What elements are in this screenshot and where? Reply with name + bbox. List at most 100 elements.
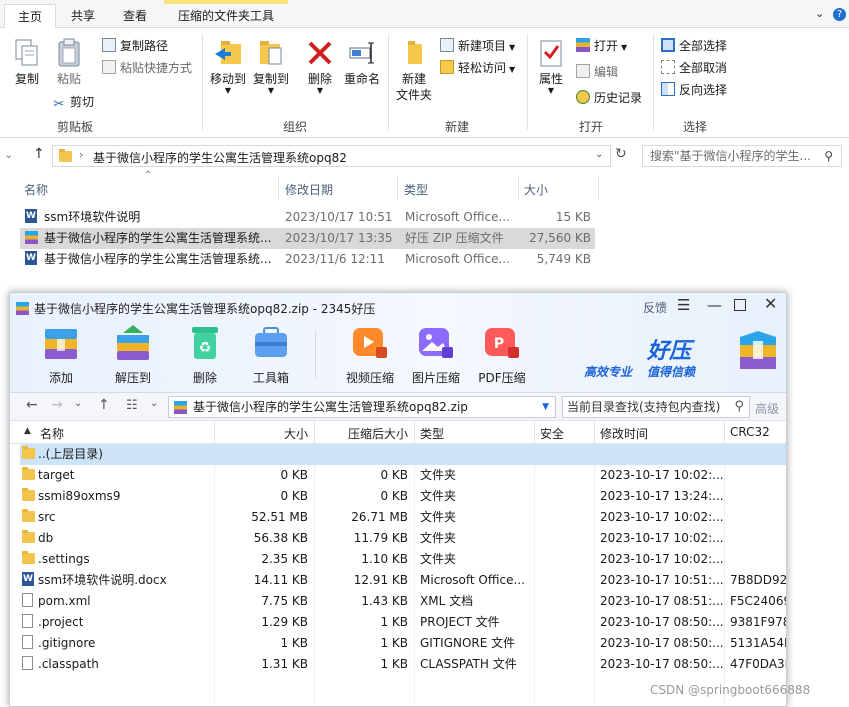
forward-arrow-icon[interactable]: → xyxy=(51,397,63,413)
column-separator[interactable] xyxy=(314,421,315,444)
column-separator[interactable] xyxy=(598,176,599,200)
column-separator[interactable] xyxy=(278,176,279,200)
view-mode-icon[interactable]: ☷ xyxy=(126,398,138,413)
table-row[interactable]: .settings 2.35 KB 1.10 KB 文件夹 2023-10-17… xyxy=(20,549,786,570)
history-dropdown-icon[interactable]: ⌄ xyxy=(74,398,82,409)
group-label-clipboard: 剪贴板 xyxy=(56,120,93,134)
help-icon[interactable]: ? xyxy=(833,8,846,21)
pdf-compress-button[interactable]: P PDF压缩 xyxy=(472,323,532,386)
extract-to-button[interactable]: 解压到 xyxy=(103,323,163,386)
column-separator[interactable] xyxy=(397,176,398,200)
delete-button[interactable]: 删除 ▼ xyxy=(302,38,338,95)
address-bar[interactable]: › 基于微信小程序的学生公寓生活管理系统opq82 ⌄ xyxy=(52,145,611,167)
column-separator[interactable] xyxy=(518,176,519,200)
image-compress-button[interactable]: 图片压缩 xyxy=(406,323,466,386)
file-row[interactable]: 基于微信小程序的学生公寓生活管理系统... 2023/11/6 12:11 Mi… xyxy=(20,249,595,270)
tab-share[interactable]: 共享 xyxy=(58,4,108,28)
properties-button[interactable]: 属性 ▼ xyxy=(532,38,570,95)
open-button[interactable]: 打开 ▼ xyxy=(576,36,627,56)
paste-button[interactable]: 粘贴 xyxy=(50,38,88,87)
properties-label: 属性 xyxy=(538,72,563,86)
column-modified[interactable]: 修改时间 xyxy=(600,425,648,442)
column-security[interactable]: 安全 xyxy=(540,425,564,442)
menu-icon[interactable]: ☰ xyxy=(677,296,690,314)
video-compress-button[interactable]: 视频压缩 xyxy=(340,323,400,386)
search-icon[interactable]: ⚲ xyxy=(824,146,833,166)
address-dropdown-icon[interactable]: ⌄ xyxy=(595,149,603,160)
file-row[interactable]: ssm环境软件说明 2023/10/17 10:51 Microsoft Off… xyxy=(20,207,595,228)
column-separator[interactable] xyxy=(414,421,415,444)
invert-selection-icon xyxy=(661,82,675,96)
tab-compressed-folder-tools[interactable]: 压缩的文件夹工具 xyxy=(164,0,288,28)
select-none-button[interactable]: 全部取消 xyxy=(661,58,727,78)
new-item-button[interactable]: 新建项目 ▼ xyxy=(440,36,515,56)
easy-access-button[interactable]: 轻松访问 ▼ xyxy=(440,58,515,78)
column-separator[interactable] xyxy=(724,421,725,444)
table-row[interactable]: target 0 KB 0 KB 文件夹 2023-10-17 10:02:..… xyxy=(20,465,786,486)
ribbon-collapse-icon[interactable]: ⌄ xyxy=(815,7,824,20)
table-row[interactable]: ssm环境软件说明.docx 14.11 KB 12.91 KB Microso… xyxy=(20,570,786,591)
maximize-icon[interactable] xyxy=(734,299,746,311)
archive-path: 基于微信小程序的学生公寓生活管理系统opq82.zip xyxy=(193,400,468,414)
history-button[interactable]: 历史记录 xyxy=(576,88,642,108)
up-arrow-icon[interactable]: ↑ xyxy=(33,146,45,162)
refresh-icon[interactable]: ↻ xyxy=(615,146,627,162)
column-name[interactable]: 名称 xyxy=(24,181,48,198)
column-packed-size[interactable]: 压缩后大小 xyxy=(320,425,408,442)
new-folder-button[interactable]: 新建 文件夹 xyxy=(393,38,435,103)
parent-directory-row[interactable]: ..(上层目录) xyxy=(20,444,786,465)
column-size[interactable]: 大小 xyxy=(220,425,308,442)
table-row[interactable]: src 52.51 MB 26.71 MB 文件夹 2023-10-17 10:… xyxy=(20,507,786,528)
search-icon[interactable]: ⚲ xyxy=(734,397,744,417)
address-path[interactable]: 基于微信小程序的学生公寓生活管理系统opq82 xyxy=(93,149,347,166)
search-input[interactable]: 搜索"基于微信小程序的学生... ⚲ xyxy=(642,145,842,167)
archive-search-input[interactable]: 当前目录查找(支持包内查找) ⚲ xyxy=(562,396,750,418)
column-crc32[interactable]: CRC32 xyxy=(730,425,770,439)
column-separator[interactable] xyxy=(214,421,215,444)
up-folder-icon[interactable]: ↑ xyxy=(98,397,110,413)
back-arrow-icon[interactable]: ← xyxy=(26,397,38,413)
table-row[interactable]: .gitignore 1 KB 1 KB GITIGNORE 文件 2023-1… xyxy=(20,633,786,654)
edit-button[interactable]: 编辑 xyxy=(576,62,618,82)
toolbox-button[interactable]: 工具箱 xyxy=(241,323,301,386)
new-item-label: 新建项目 xyxy=(458,39,507,53)
move-to-button[interactable]: 移动到 ▼ xyxy=(207,38,249,95)
copy-path-button[interactable]: 复制路径 xyxy=(102,36,168,56)
row-size: 7.75 KB xyxy=(261,594,308,608)
path-dropdown-icon[interactable]: ▼ xyxy=(542,397,549,417)
invert-selection-button[interactable]: 反向选择 xyxy=(661,80,727,100)
copy-button[interactable]: 复制 xyxy=(10,38,44,87)
column-type[interactable]: 类型 xyxy=(420,425,444,442)
minimize-icon[interactable]: — xyxy=(707,296,722,314)
row-modified: 2023-10-17 10:02:... xyxy=(600,468,724,482)
column-size[interactable]: 大小 xyxy=(524,181,548,198)
table-row[interactable]: .classpath 1.31 KB 1 KB CLASSPATH 文件 202… xyxy=(20,654,786,675)
recent-locations-icon[interactable]: ⌄ xyxy=(4,148,13,161)
row-name: .classpath xyxy=(38,657,99,671)
table-row[interactable]: pom.xml 7.75 KB 1.43 KB XML 文档 2023-10-1… xyxy=(20,591,786,612)
column-name[interactable]: 名称 xyxy=(40,425,64,442)
table-row[interactable]: db 56.38 KB 11.79 KB 文件夹 2023-10-17 10:0… xyxy=(20,528,786,549)
table-row[interactable]: ssmi89oxms9 0 KB 0 KB 文件夹 2023-10-17 13:… xyxy=(20,486,786,507)
column-separator[interactable] xyxy=(534,421,535,444)
paste-shortcut-button[interactable]: 粘贴快捷方式 xyxy=(102,58,192,78)
column-date[interactable]: 修改日期 xyxy=(285,181,333,198)
feedback-link[interactable]: 反馈 xyxy=(643,299,667,316)
table-row[interactable]: .project 1.29 KB 1 KB PROJECT 文件 2023-10… xyxy=(20,612,786,633)
file-row[interactable]: 基于微信小程序的学生公寓生活管理系统... 2023/10/17 13:35 好… xyxy=(20,228,595,249)
column-type[interactable]: 类型 xyxy=(404,181,428,198)
view-mode-dropdown-icon[interactable]: ⌄ xyxy=(150,398,158,409)
advanced-search-link[interactable]: 高级 xyxy=(755,400,779,417)
archive-path-input[interactable]: 基于微信小程序的学生公寓生活管理系统opq82.zip ▼ xyxy=(168,396,556,418)
add-button[interactable]: 添加 xyxy=(31,323,91,386)
close-icon[interactable]: ✕ xyxy=(764,294,777,313)
select-all-button[interactable]: 全部选择 xyxy=(661,36,727,56)
rename-button[interactable]: 重命名 xyxy=(341,38,383,87)
tab-view[interactable]: 查看 xyxy=(110,4,160,28)
column-separator[interactable] xyxy=(594,421,595,444)
tab-home[interactable]: 主页 xyxy=(4,4,56,28)
haozip-delete-button[interactable]: ♻ 删除 xyxy=(175,323,235,386)
copy-to-button[interactable]: 复制到 ▼ xyxy=(250,38,292,95)
cut-button[interactable]: ✂ 剪切 xyxy=(52,92,94,112)
breadcrumb-chevron-icon[interactable]: › xyxy=(79,148,83,161)
